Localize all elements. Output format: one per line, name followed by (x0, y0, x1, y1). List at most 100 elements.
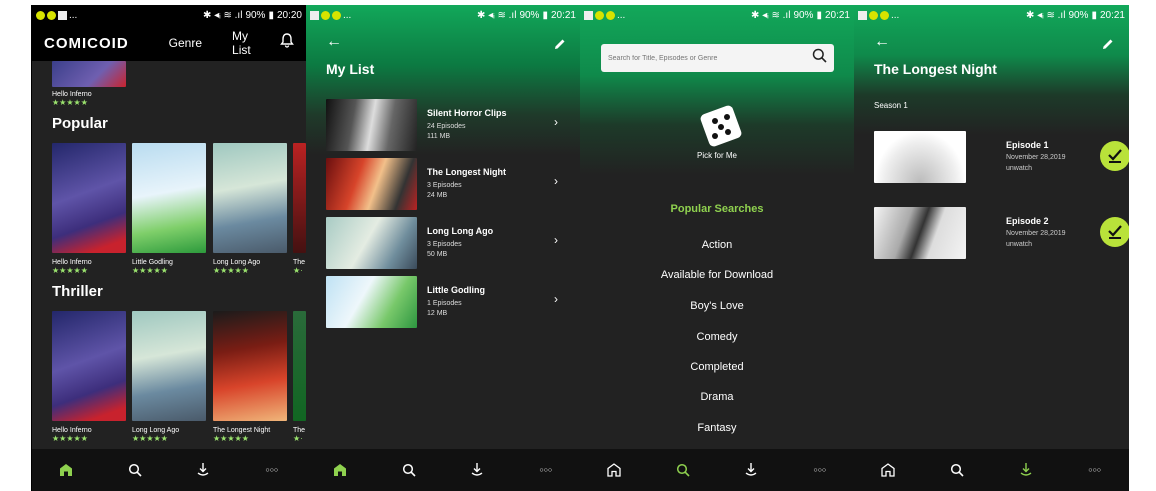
list-item[interactable]: The Longest Night 3 Episodes 24 MB › (306, 158, 580, 210)
more-icon[interactable]: ○○○ (810, 460, 830, 480)
comic-detail-screen: ... ✱ ◂ᵢ ≋ .ıl 90% ▮ 20:21 ← The Longest Ni… (854, 5, 1129, 491)
item-size: 12 MB (427, 310, 448, 317)
comic-title: The (293, 427, 306, 434)
search-box[interactable] (601, 44, 834, 72)
popular-search-item[interactable]: Drama (580, 391, 854, 403)
popular-search-item[interactable]: Fantasy (580, 422, 854, 434)
pencil-icon[interactable] (554, 37, 566, 55)
episode-row[interactable]: Episode 1 November 28,2019 unwatch (854, 131, 1129, 185)
item-episodes: 24 Episodes (427, 123, 466, 130)
home-icon[interactable] (604, 460, 624, 480)
bottom-nav: ○○○ (580, 449, 854, 491)
page-title: My List (326, 61, 375, 77)
search-input[interactable] (608, 54, 798, 62)
item-size: 24 MB (427, 192, 448, 199)
comic-thumbnail (326, 158, 417, 210)
back-arrow-icon[interactable]: ← (326, 33, 342, 51)
home-header: COMICOID Genre My List (32, 25, 306, 61)
dice-icon[interactable] (696, 101, 746, 156)
download-icon[interactable] (193, 460, 213, 480)
bottom-nav: ○○○ (854, 449, 1129, 491)
pick-for-me-label[interactable]: Pick for Me (580, 151, 854, 160)
popular-search-item[interactable]: Action (580, 239, 854, 251)
download-icon[interactable] (467, 460, 487, 480)
genre-link[interactable]: Genre (169, 36, 202, 50)
status-bar: ... ✱ ◂ᵢ ≋ .ıl 90% ▮ 20:21 (854, 5, 1129, 25)
more-icon[interactable]: ○○○ (1085, 460, 1105, 480)
comic-title: Hello Inferno (52, 91, 92, 98)
search-icon[interactable] (399, 460, 419, 480)
popular-searches-title: Popular Searches (670, 203, 764, 215)
comic-title: The (293, 259, 306, 266)
list-item[interactable]: Long Long Ago 3 Episodes 50 MB › (306, 217, 580, 269)
rating-stars: ★★★★★ (52, 434, 88, 443)
episode-status: unwatch (1006, 165, 1033, 172)
item-title: Silent Horror Clips (427, 108, 507, 118)
comic-thumbnail[interactable] (293, 311, 306, 421)
comic-thumbnail (326, 276, 417, 328)
rating-stars: ★· (293, 266, 303, 275)
back-arrow-icon[interactable]: ← (874, 33, 890, 51)
item-title: Little Godling (427, 285, 485, 295)
chevron-right-icon[interactable]: › (554, 233, 558, 247)
download-icon[interactable] (741, 460, 761, 480)
list-item[interactable]: Silent Horror Clips 24 Episodes 111 MB › (306, 99, 580, 151)
comic-title: Little Godling (132, 259, 173, 266)
episode-date: November 28,2019 (1006, 154, 1066, 161)
popular-search-item[interactable]: Comedy (580, 331, 854, 343)
search-icon[interactable] (673, 460, 693, 480)
comic-thumbnail[interactable] (132, 311, 206, 421)
popular-search-item[interactable]: Completed (580, 361, 854, 373)
my-list-link[interactable]: My List (232, 29, 268, 57)
comic-thumbnail[interactable] (52, 143, 126, 253)
comic-thumbnail[interactable] (52, 311, 126, 421)
pencil-icon[interactable] (1102, 37, 1114, 55)
comic-thumbnail (326, 217, 417, 269)
home-icon[interactable] (330, 460, 350, 480)
rating-stars: ★★★★★ (132, 266, 168, 275)
episode-thumbnail (874, 207, 966, 259)
more-icon[interactable]: ○○○ (536, 460, 556, 480)
status-bar: ... ✱ ◂ᵢ ≋ .ıl 90% ▮ 20:21 (306, 5, 580, 25)
comic-title: Long Long Ago (213, 259, 261, 266)
comic-thumbnail[interactable] (132, 143, 206, 253)
search-icon[interactable] (947, 460, 967, 480)
item-episodes: 1 Episodes (427, 300, 462, 307)
list-item[interactable]: Little Godling 1 Episodes 12 MB › (306, 276, 580, 328)
episode-date: November 28,2019 (1006, 230, 1066, 237)
comic-title: The Longest Night (213, 427, 271, 434)
home-icon[interactable] (56, 460, 76, 480)
comic-title: Hello Inferno (52, 259, 92, 266)
comic-thumbnail[interactable] (213, 143, 287, 253)
comic-thumbnail[interactable] (293, 143, 306, 253)
popular-search-item[interactable]: Boy's Love (580, 300, 854, 312)
season-label: Season 1 (874, 101, 908, 110)
more-icon[interactable]: ○○○ (262, 460, 282, 480)
chevron-right-icon[interactable]: › (554, 174, 558, 188)
rating-stars: ★· (293, 434, 303, 443)
item-episodes: 3 Episodes (427, 182, 462, 189)
chevron-right-icon[interactable]: › (554, 292, 558, 306)
item-title: Long Long Ago (427, 226, 494, 236)
section-title-thriller: Thriller (52, 283, 103, 300)
download-icon[interactable] (1016, 460, 1036, 480)
search-icon[interactable] (812, 48, 827, 68)
rating-stars: ★★★★★ (213, 434, 249, 443)
search-icon[interactable] (125, 460, 145, 480)
episode-row[interactable]: Episode 2 November 28,2019 unwatch (854, 207, 1129, 261)
check-icon[interactable] (1100, 217, 1129, 247)
comic-thumbnail[interactable] (213, 311, 287, 421)
home-icon[interactable] (878, 460, 898, 480)
bottom-nav: ○○○ (32, 449, 306, 491)
chevron-right-icon[interactable]: › (554, 115, 558, 129)
episode-thumbnail (874, 131, 966, 183)
comic-title: Hello Inferno (52, 427, 92, 434)
my-list-screen: ... ✱ ◂ᵢ ≋ .ıl 90% ▮ 20:21 ← My List Silent… (306, 5, 580, 491)
popular-search-item[interactable]: Available for Download (580, 269, 854, 281)
bell-icon[interactable] (280, 33, 294, 53)
item-title: The Longest Night (427, 167, 506, 177)
check-icon[interactable] (1100, 141, 1129, 171)
comic-thumbnail[interactable] (52, 61, 126, 87)
search-screen: ... ✱ ◂ᵢ ≋ .ıl90%▮20:21 Pick for Me Popu… (580, 5, 854, 491)
screenshot-frame: ... ✱ ◂ᵢ ≋ .ıl 90% ▮ 20:20 COMICOID Genre M… (31, 5, 1129, 491)
